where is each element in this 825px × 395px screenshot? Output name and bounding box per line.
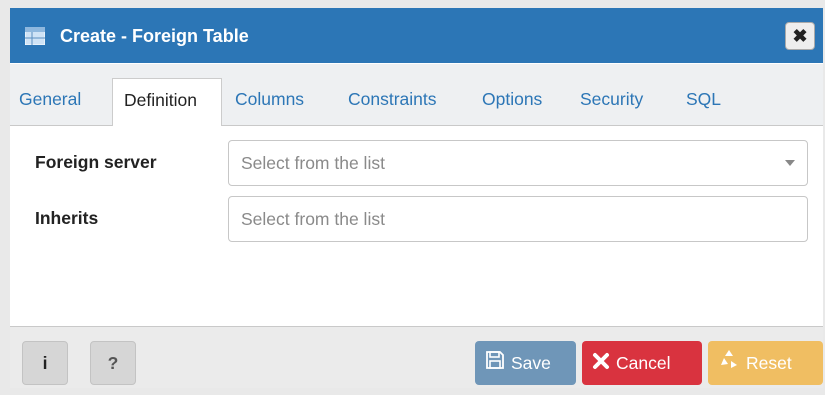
tab-sql[interactable]: SQL: [686, 78, 736, 126]
help-button[interactable]: ?: [90, 341, 136, 385]
dropdown-caret-icon[interactable]: [785, 160, 795, 166]
inherits-label: Inherits: [35, 208, 99, 228]
cancel-icon: [592, 342, 610, 386]
create-foreign-table-dialog: Create - Foreign Table ✖ General Definit…: [10, 8, 823, 388]
tab-options[interactable]: Options: [482, 78, 572, 126]
definition-panel: Foreign server Select from the list Inhe…: [10, 126, 823, 326]
tab-constraints[interactable]: Constraints: [348, 78, 473, 126]
reset-button[interactable]: Reset: [708, 341, 823, 385]
tab-definition[interactable]: Definition: [112, 78, 222, 126]
foreign-server-select[interactable]: Select from the list: [228, 140, 808, 186]
close-button[interactable]: ✖: [785, 22, 815, 50]
foreign-server-label: Foreign server: [35, 152, 157, 172]
close-icon: ✖: [792, 26, 808, 46]
reset-label: Reset: [746, 353, 792, 373]
save-button[interactable]: Save: [475, 341, 576, 385]
save-label: Save: [511, 353, 551, 373]
help-icon: ?: [107, 353, 119, 373]
foreign-table-icon: [24, 26, 46, 46]
cancel-label: Cancel: [616, 353, 671, 373]
tab-bar: General Definition Columns Constraints O…: [10, 64, 823, 126]
save-icon: [485, 342, 505, 386]
tab-security[interactable]: Security: [580, 78, 670, 126]
dialog-title: Create - Foreign Table: [60, 26, 249, 46]
dialog-footer: i ? Save Cancel Reset: [10, 326, 823, 388]
inherits-placeholder: Select from the list: [241, 209, 385, 229]
info-icon: i: [42, 353, 48, 373]
foreign-server-placeholder: Select from the list: [241, 153, 385, 173]
tab-general[interactable]: General: [10, 78, 108, 126]
inherits-select[interactable]: Select from the list: [228, 196, 808, 242]
info-button[interactable]: i: [22, 341, 68, 385]
tab-columns[interactable]: Columns: [235, 78, 335, 126]
cancel-button[interactable]: Cancel: [582, 341, 702, 385]
dialog-titlebar[interactable]: Create - Foreign Table ✖: [10, 8, 823, 63]
reset-icon: [718, 342, 740, 386]
